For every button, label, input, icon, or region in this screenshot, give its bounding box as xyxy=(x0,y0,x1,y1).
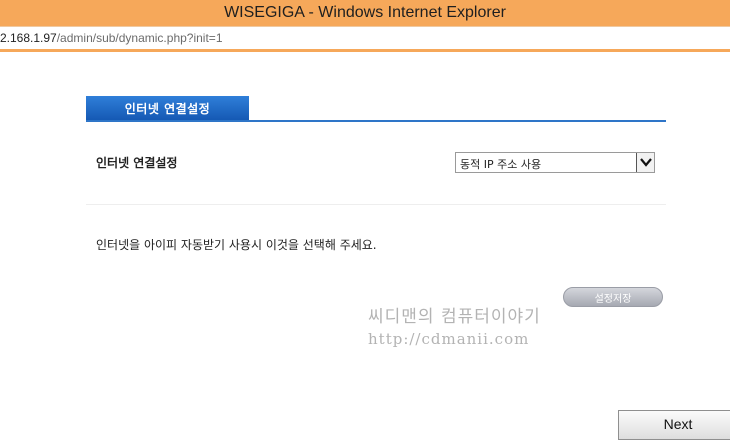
save-button-label: 설정저장 xyxy=(594,293,632,305)
tab-internet-connection-settings[interactable]: 인터넷 연결설정 xyxy=(86,96,249,120)
connection-type-value: 동적 IP 주소 사용 xyxy=(460,158,542,171)
window-title-bar: WISEGIGA - Windows Internet Explorer xyxy=(0,0,730,26)
address-url-host: 2.168.1.97 xyxy=(0,31,57,45)
address-url-path: /admin/sub/dynamic.php?init=1 xyxy=(56,31,223,45)
watermark: 씨디맨의 컴퓨터이야기 http://cdmanii.com xyxy=(368,306,541,350)
watermark-title: 씨디맨의 컴퓨터이야기 xyxy=(368,307,541,327)
next-button-label: Next xyxy=(663,416,693,432)
address-bar[interactable]: 2.168.1.97/admin/sub/dynamic.php?init=1 xyxy=(0,26,730,52)
tab-label: 인터넷 연결설정 xyxy=(124,101,211,116)
window-title: WISEGIGA - Windows Internet Explorer xyxy=(224,4,506,21)
save-settings-button[interactable]: 설정저장 xyxy=(563,287,663,307)
connection-setting-label: 인터넷 연결설정 xyxy=(96,156,178,170)
divider xyxy=(86,204,666,205)
chevron-down-icon[interactable] xyxy=(636,153,654,172)
section-tab-header: 인터넷 연결설정 xyxy=(86,96,666,122)
watermark-url: http://cdmanii.com xyxy=(368,330,530,348)
connection-type-select[interactable]: 동적 IP 주소 사용 xyxy=(455,152,655,173)
setting-description: 인터넷을 아이피 자동받기 사용시 이것을 선택해 주세요. xyxy=(96,238,377,252)
next-button[interactable]: Next xyxy=(618,410,730,440)
